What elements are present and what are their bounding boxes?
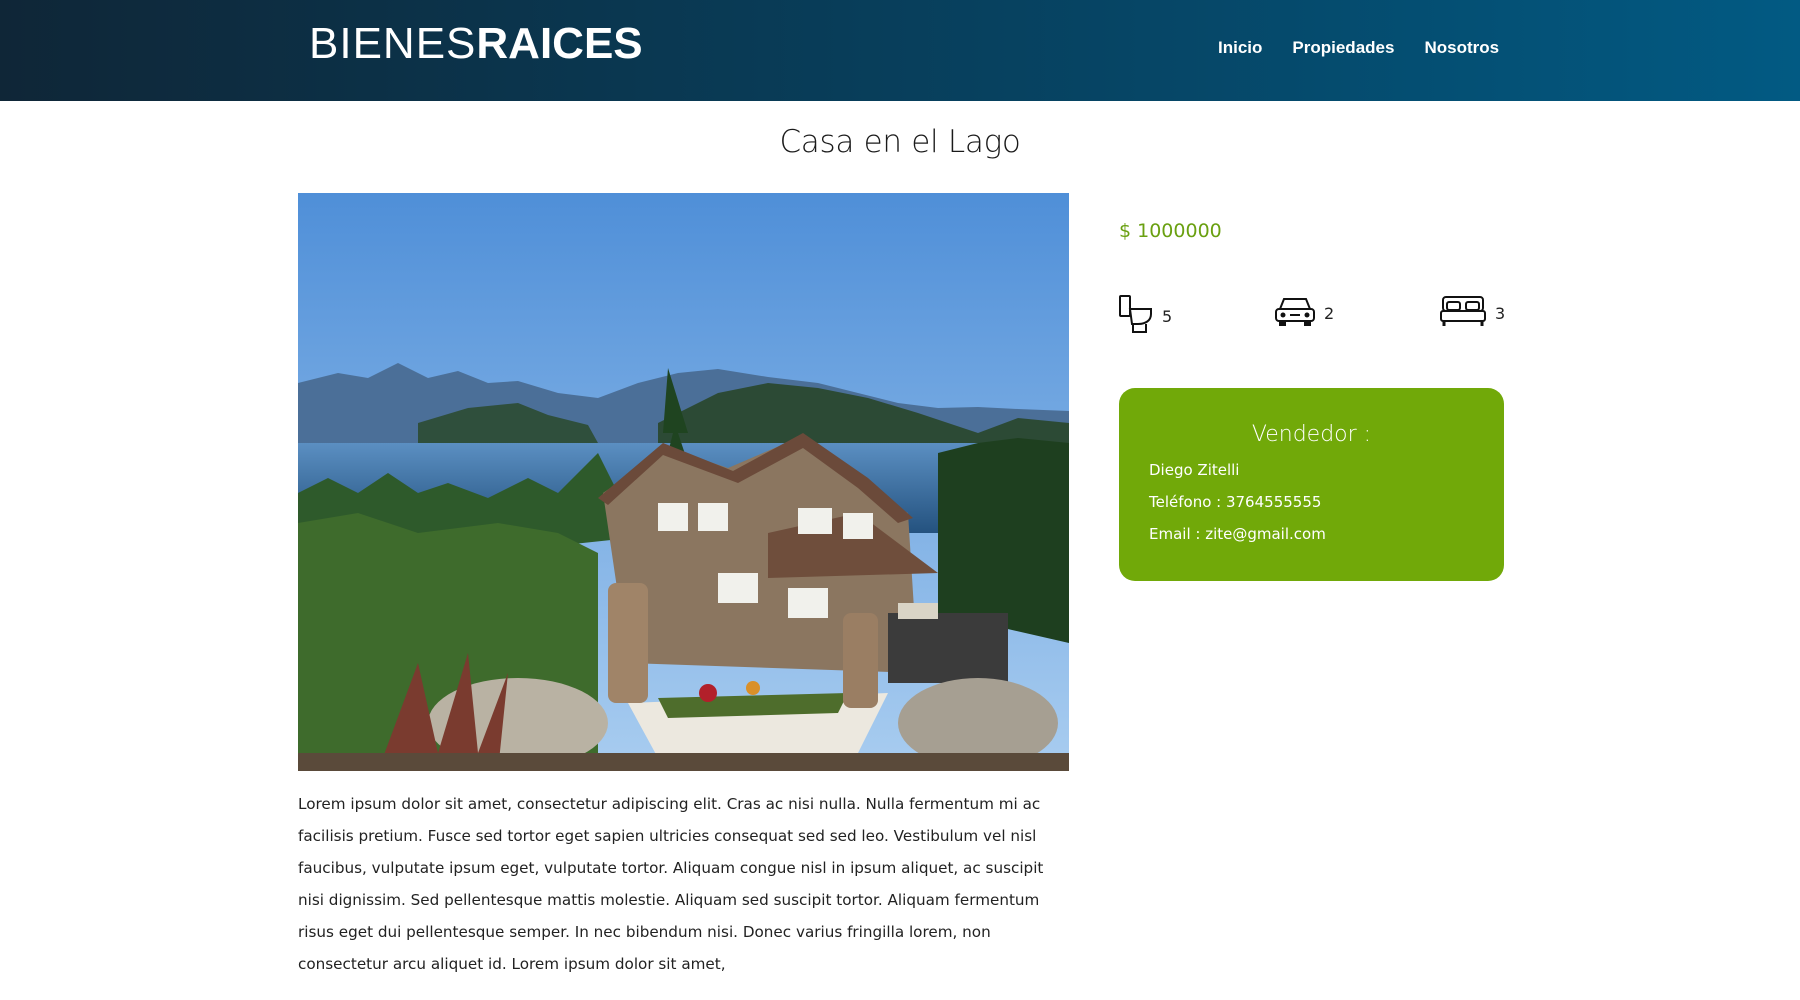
main-nav: Inicio Propiedades Nosotros xyxy=(1218,38,1499,58)
nav-link-propiedades[interactable]: Propiedades xyxy=(1292,38,1394,58)
seller-phone[interactable]: Teléfono : 3764555555 xyxy=(1149,493,1321,511)
site-logo[interactable]: BIENESRAICES xyxy=(309,16,643,72)
property-description: Lorem ipsum dolor sit amet, consectetur … xyxy=(298,795,1044,973)
bedrooms-count: 3 xyxy=(1495,304,1506,323)
property-photo xyxy=(298,193,1069,771)
seller-name: Diego Zitelli xyxy=(1149,461,1240,479)
feature-parking: 2 xyxy=(1274,294,1334,333)
nav-link-nosotros[interactable]: Nosotros xyxy=(1424,38,1499,58)
seller-email[interactable]: Email : zite@gmail.com xyxy=(1149,525,1326,543)
bathrooms-count: 5 xyxy=(1162,307,1173,326)
parking-count: 2 xyxy=(1324,304,1335,323)
property-features: 5 2 3 xyxy=(1118,294,1508,340)
nav-link-inicio[interactable]: Inicio xyxy=(1218,38,1262,58)
bed-icon xyxy=(1439,294,1487,333)
logo-text-light: BIENES xyxy=(309,19,477,68)
site-header: BIENESRAICES Inicio Propiedades Nosotros xyxy=(0,0,1800,101)
seller-heading: Vendedor : xyxy=(1251,422,1372,447)
property-title: Casa en el Lago xyxy=(779,124,1021,160)
feature-bedrooms: 3 xyxy=(1439,294,1505,333)
feature-bathrooms: 5 xyxy=(1118,294,1172,339)
toilet-icon xyxy=(1118,294,1154,339)
car-icon xyxy=(1274,294,1316,333)
logo-text-bold: RAICES xyxy=(476,19,643,68)
seller-card: Vendedor : Diego Zitelli Teléfono : 3764… xyxy=(1119,388,1504,581)
property-price: $ 1000000 xyxy=(1119,220,1222,242)
